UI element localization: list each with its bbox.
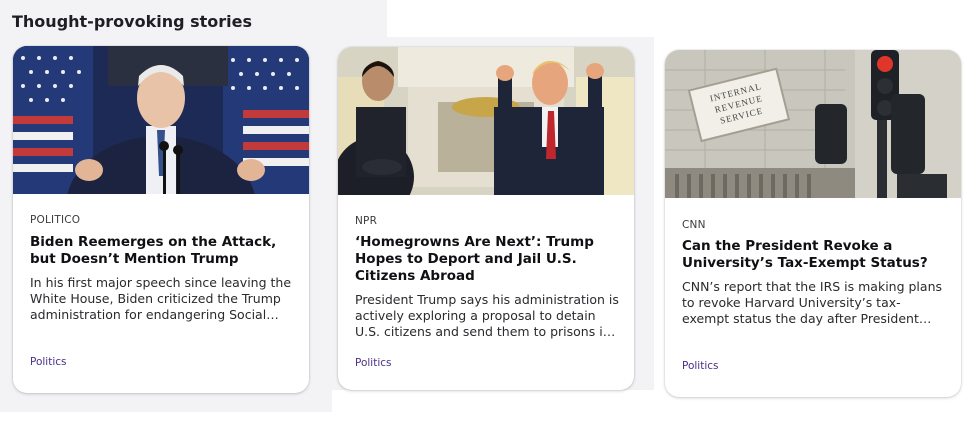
story-headline[interactable]: Can the President Revoke a University’s … — [682, 238, 949, 272]
story-summary: President Trump says his administration … — [355, 292, 619, 339]
story-headline[interactable]: ‘Homegrowns Are Next’: Trump Hopes to De… — [355, 234, 622, 285]
story-image[interactable]: INTERNAL REVENUE SERVICE — [665, 50, 961, 198]
story-card[interactable]: INTERNAL REVENUE SERVICE CNN Can the Pre… — [665, 50, 961, 397]
story-image[interactable] — [338, 47, 634, 195]
story-source: CNN — [682, 219, 706, 231]
story-headline[interactable]: Biden Reemerges on the Attack, but Doesn… — [30, 234, 297, 268]
story-source: NPR — [355, 215, 378, 227]
story-image[interactable] — [13, 46, 309, 194]
story-card[interactable]: NPR ‘Homegrowns Are Next’: Trump Hopes t… — [338, 47, 634, 390]
story-card[interactable]: POLITICO Biden Reemerges on the Attack, … — [13, 46, 309, 393]
story-category-link[interactable]: Politics — [355, 357, 392, 369]
story-category-link[interactable]: Politics — [30, 356, 67, 368]
story-summary: CNN’s report that the IRS is making plan… — [682, 279, 943, 326]
story-category-link[interactable]: Politics — [682, 360, 719, 372]
story-summary: In his first major speech since leaving … — [30, 275, 292, 322]
story-source: POLITICO — [30, 214, 81, 226]
section-title: Thought-provoking stories — [12, 12, 253, 31]
